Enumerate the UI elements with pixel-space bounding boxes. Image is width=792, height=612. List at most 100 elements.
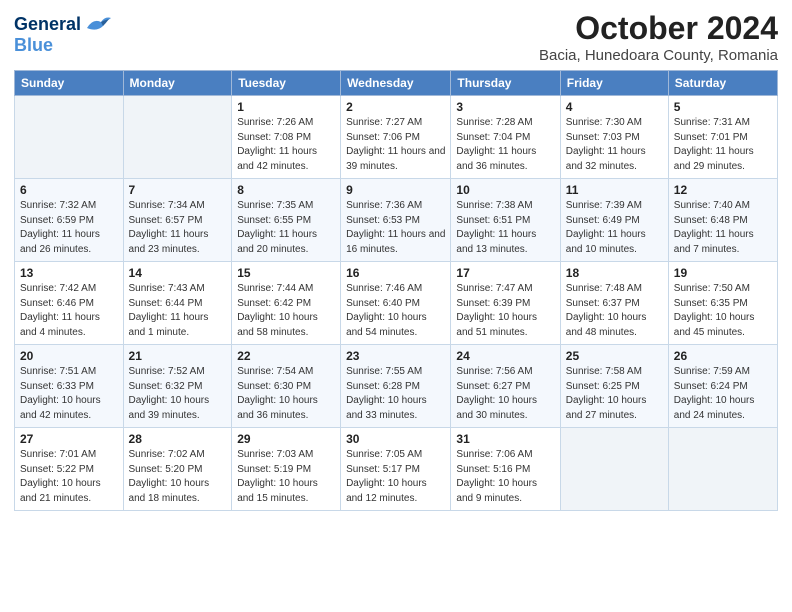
calendar-cell: 17Sunrise: 7:47 AMSunset: 6:39 PMDayligh… — [451, 262, 560, 345]
weekday-header-friday: Friday — [560, 71, 668, 96]
calendar-cell: 9Sunrise: 7:36 AMSunset: 6:53 PMDaylight… — [341, 179, 451, 262]
calendar-cell: 18 Sunrise: 7:48 AMSunset: 6:37 PMDayligh… — [560, 262, 668, 345]
calendar-table: SundayMondayTuesdayWednesdayThursdayFrid… — [14, 70, 778, 511]
day-number: 11 — [566, 183, 663, 197]
day-info: Sunrise: 7:48 AMSunset: 6:37 PMDaylight:… — [566, 282, 663, 340]
logo-text: General — [14, 15, 81, 35]
day-number: 21 — [129, 349, 227, 363]
calendar-cell: 11Sunrise: 7:39 AMSunset: 6:49 PMDayligh… — [560, 179, 668, 262]
day-info: Sunrise: 7:52 AMSunset: 6:32 PMDaylight:… — [129, 365, 227, 423]
title-block: October 2024 Bacia, Hunedoara County, Ro… — [539, 10, 778, 64]
day-info: Sunrise: 7:55 AMSunset: 6:28 PMDaylight:… — [346, 365, 445, 423]
calendar-cell: 19 Sunrise: 7:50 AMSunset: 6:35 PMDayligh… — [668, 262, 777, 345]
calendar-cell: 10 Sunrise: 7:38 AMSunset: 6:51 PMDayligh… — [451, 179, 560, 262]
calendar-cell: 14 Sunrise: 7:43 AMSunset: 6:44 PMDayligh… — [123, 262, 232, 345]
header: General Blue October 2024 Bacia, Hunedoa… — [14, 10, 778, 64]
day-info: Sunrise: 7:50 AMSunset: 6:35 PMDaylight:… — [674, 282, 772, 340]
day-info: Sunrise: 7:51 AMSunset: 6:33 PMDaylight:… — [20, 365, 118, 423]
day-number: 19 — [674, 266, 772, 280]
calendar-cell: 28Sunrise: 7:02 AMSunset: 5:20 PMDayligh… — [123, 428, 232, 511]
day-number: 13 — [20, 266, 118, 280]
calendar-cell — [560, 428, 668, 511]
day-number: 22 — [237, 349, 335, 363]
logo-blue-text: Blue — [14, 36, 111, 56]
day-info: Sunrise: 7:38 AMSunset: 6:51 PMDaylight:… — [456, 199, 554, 257]
day-number: 5 — [674, 100, 772, 114]
day-number: 12 — [674, 183, 772, 197]
day-info: Sunrise: 7:47 AMSunset: 6:39 PMDaylight:… — [456, 282, 554, 340]
day-info: Sunrise: 7:42 AMSunset: 6:46 PMDaylight:… — [20, 282, 118, 340]
calendar-cell — [668, 428, 777, 511]
calendar-cell — [123, 96, 232, 179]
week-row-3: 13 Sunrise: 7:42 AMSunset: 6:46 PMDayligh… — [15, 262, 778, 345]
calendar-cell: 22Sunrise: 7:54 AMSunset: 6:30 PMDayligh… — [232, 345, 341, 428]
weekday-header-sunday: Sunday — [15, 71, 124, 96]
calendar-cell — [15, 96, 124, 179]
day-number: 27 — [20, 432, 118, 446]
calendar-cell: 1 Sunrise: 7:26 AMSunset: 7:08 PMDaylight… — [232, 96, 341, 179]
calendar-cell: 13 Sunrise: 7:42 AMSunset: 6:46 PMDayligh… — [15, 262, 124, 345]
day-info: Sunrise: 7:43 AMSunset: 6:44 PMDaylight:… — [129, 282, 227, 340]
day-info: Sunrise: 7:46 AMSunset: 6:40 PMDaylight:… — [346, 282, 445, 340]
week-row-4: 20 Sunrise: 7:51 AMSunset: 6:33 PMDayligh… — [15, 345, 778, 428]
calendar-cell: 21 Sunrise: 7:52 AMSunset: 6:32 PMDayligh… — [123, 345, 232, 428]
day-info: Sunrise: 7:05 AMSunset: 5:17 PMDaylight:… — [346, 448, 445, 506]
calendar-cell: 30Sunrise: 7:05 AMSunset: 5:17 PMDayligh… — [341, 428, 451, 511]
calendar-cell: 4 Sunrise: 7:30 AMSunset: 7:03 PMDaylight… — [560, 96, 668, 179]
week-row-1: 1 Sunrise: 7:26 AMSunset: 7:08 PMDaylight… — [15, 96, 778, 179]
day-number: 9 — [346, 183, 445, 197]
calendar-cell: 29 Sunrise: 7:03 AMSunset: 5:19 PMDayligh… — [232, 428, 341, 511]
day-number: 24 — [456, 349, 554, 363]
day-number: 14 — [129, 266, 227, 280]
day-info: Sunrise: 7:56 AMSunset: 6:27 PMDaylight:… — [456, 365, 554, 423]
calendar-cell: 15Sunrise: 7:44 AMSunset: 6:42 PMDayligh… — [232, 262, 341, 345]
day-number: 4 — [566, 100, 663, 114]
calendar-title: October 2024 — [539, 10, 778, 47]
day-number: 3 — [456, 100, 554, 114]
day-number: 8 — [237, 183, 335, 197]
day-number: 2 — [346, 100, 445, 114]
calendar-cell: 5 Sunrise: 7:31 AMSunset: 7:01 PMDaylight… — [668, 96, 777, 179]
day-info: Sunrise: 7:34 AMSunset: 6:57 PMDaylight:… — [129, 199, 227, 257]
day-info: Sunrise: 7:26 AMSunset: 7:08 PMDaylight:… — [237, 116, 335, 174]
calendar-cell: 31 Sunrise: 7:06 AMSunset: 5:16 PMDayligh… — [451, 428, 560, 511]
calendar-cell: 27Sunrise: 7:01 AMSunset: 5:22 PMDayligh… — [15, 428, 124, 511]
calendar-cell: 8 Sunrise: 7:35 AMSunset: 6:55 PMDaylight… — [232, 179, 341, 262]
week-row-2: 6Sunrise: 7:32 AMSunset: 6:59 PMDaylight… — [15, 179, 778, 262]
calendar-cell: 25Sunrise: 7:58 AMSunset: 6:25 PMDayligh… — [560, 345, 668, 428]
day-info: Sunrise: 7:03 AMSunset: 5:19 PMDaylight:… — [237, 448, 335, 506]
day-info: Sunrise: 7:28 AMSunset: 7:04 PMDaylight:… — [456, 116, 554, 174]
day-number: 18 — [566, 266, 663, 280]
day-number: 23 — [346, 349, 445, 363]
day-info: Sunrise: 7:30 AMSunset: 7:03 PMDaylight:… — [566, 116, 663, 174]
day-number: 1 — [237, 100, 335, 114]
weekday-header-tuesday: Tuesday — [232, 71, 341, 96]
logo-bird-icon — [83, 14, 111, 36]
week-row-5: 27Sunrise: 7:01 AMSunset: 5:22 PMDayligh… — [15, 428, 778, 511]
day-info: Sunrise: 7:58 AMSunset: 6:25 PMDaylight:… — [566, 365, 663, 423]
calendar-cell: 6Sunrise: 7:32 AMSunset: 6:59 PMDaylight… — [15, 179, 124, 262]
day-number: 6 — [20, 183, 118, 197]
day-info: Sunrise: 7:06 AMSunset: 5:16 PMDaylight:… — [456, 448, 554, 506]
calendar-cell: 7 Sunrise: 7:34 AMSunset: 6:57 PMDaylight… — [123, 179, 232, 262]
day-number: 31 — [456, 432, 554, 446]
day-info: Sunrise: 7:02 AMSunset: 5:20 PMDaylight:… — [129, 448, 227, 506]
day-info: Sunrise: 7:59 AMSunset: 6:24 PMDaylight:… — [674, 365, 772, 423]
calendar-cell: 2Sunrise: 7:27 AMSunset: 7:06 PMDaylight… — [341, 96, 451, 179]
weekday-header-thursday: Thursday — [451, 71, 560, 96]
calendar-cell: 26 Sunrise: 7:59 AMSunset: 6:24 PMDayligh… — [668, 345, 777, 428]
weekday-header-row: SundayMondayTuesdayWednesdayThursdayFrid… — [15, 71, 778, 96]
day-number: 29 — [237, 432, 335, 446]
day-info: Sunrise: 7:40 AMSunset: 6:48 PMDaylight:… — [674, 199, 772, 257]
day-number: 20 — [20, 349, 118, 363]
day-number: 16 — [346, 266, 445, 280]
day-number: 26 — [674, 349, 772, 363]
calendar-cell: 24 Sunrise: 7:56 AMSunset: 6:27 PMDayligh… — [451, 345, 560, 428]
weekday-header-saturday: Saturday — [668, 71, 777, 96]
day-number: 10 — [456, 183, 554, 197]
calendar-subtitle: Bacia, Hunedoara County, Romania — [539, 47, 778, 64]
day-info: Sunrise: 7:31 AMSunset: 7:01 PMDaylight:… — [674, 116, 772, 174]
day-number: 7 — [129, 183, 227, 197]
day-info: Sunrise: 7:35 AMSunset: 6:55 PMDaylight:… — [237, 199, 335, 257]
logo: General Blue — [14, 14, 111, 56]
